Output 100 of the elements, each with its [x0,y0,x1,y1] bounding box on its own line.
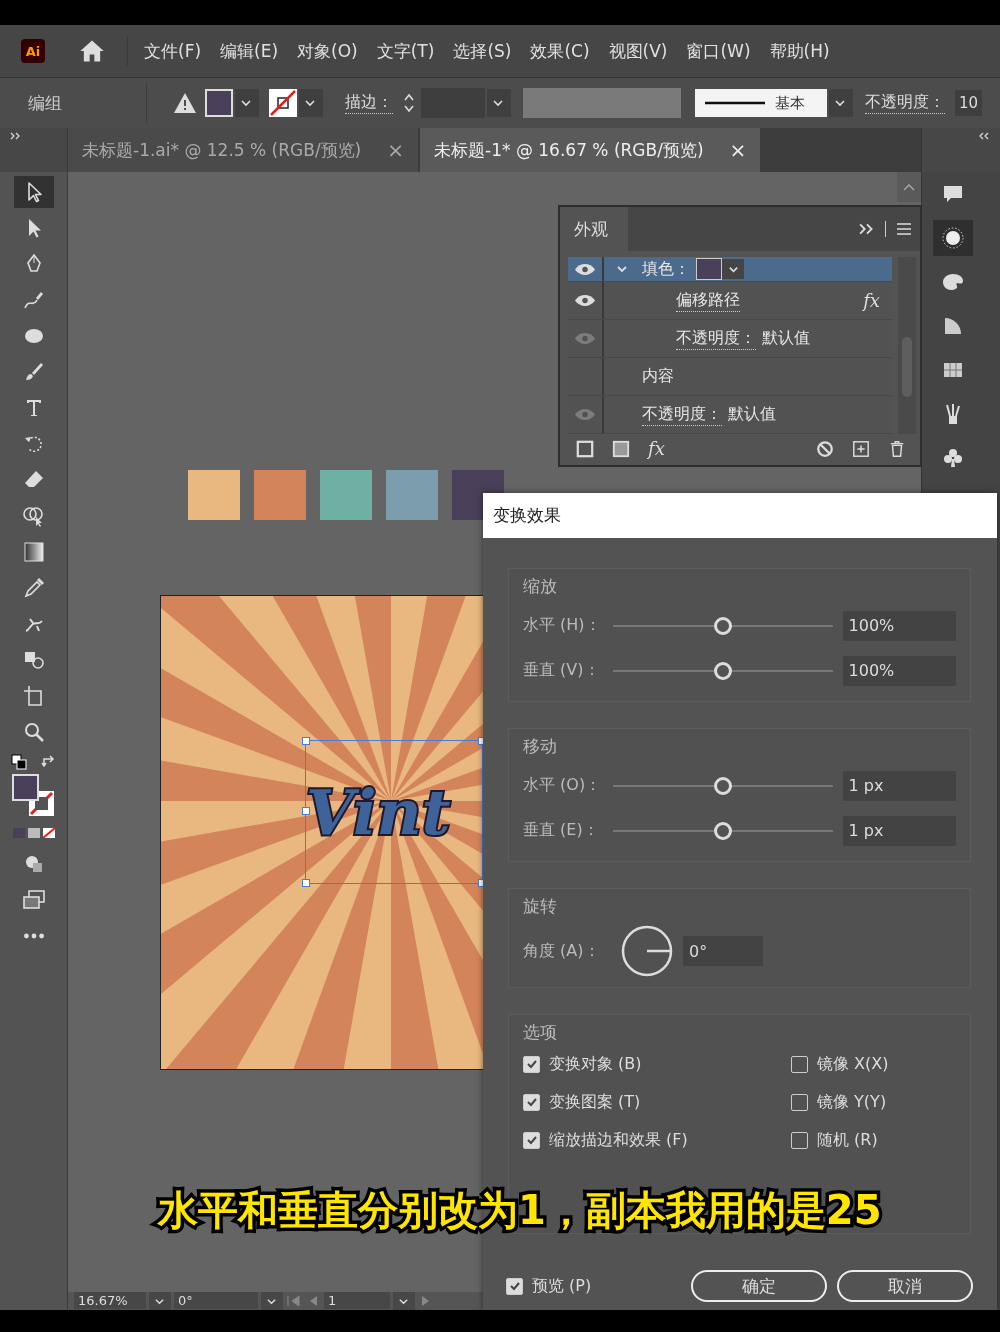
slider-thumb[interactable] [713,661,732,680]
dropdown-button[interactable] [235,89,259,117]
dropdown-button[interactable] [393,1292,415,1310]
brush-name: 基本 [775,93,805,113]
fx-label[interactable]: fx [863,290,880,311]
opacity-link[interactable]: 不透明度： [676,327,756,350]
dropdown-button[interactable] [829,89,853,117]
prohibited-icon[interactable] [816,439,834,458]
menu-item[interactable]: 对象(O) [297,39,358,63]
value-field[interactable]: 1 px [842,815,956,846]
slider-thumb[interactable] [713,821,732,840]
resize-handle[interactable] [302,807,310,815]
menu-icon[interactable] [896,223,912,235]
fill-swatch[interactable] [696,258,722,280]
dropdown-button[interactable] [487,89,511,117]
value-field[interactable]: 100% [842,610,956,641]
dialog-title: 变换效果 [483,493,997,538]
tab-title[interactable]: 未标题-1.ai* @ 12.5 % (RGB/预览) [82,138,362,162]
slider-label: 垂直 (V)： [523,660,601,681]
checkbox-label[interactable]: 镜像 Y(Y) [817,1091,887,1113]
value-field[interactable]: 100% [842,655,956,686]
panel-tab[interactable]: 外观 [560,207,628,251]
checkbox[interactable] [791,1055,808,1073]
stroke-none-swatch[interactable] [269,89,297,117]
angle-dial[interactable] [621,925,673,977]
menu-item[interactable]: 编辑(E) [220,39,279,63]
fill-stroke-icon[interactable] [11,774,56,818]
opacity-label[interactable]: 不透明度： [865,92,945,114]
value-field[interactable]: 1 px [842,770,956,801]
menu-item[interactable]: 文字(T) [376,39,435,63]
fill-swatch[interactable] [205,89,233,117]
checkbox-label[interactable]: 变换对象 (B) [549,1053,642,1075]
dropdown-button[interactable] [299,89,323,117]
dropdown-button[interactable] [722,259,744,279]
checkbox[interactable] [523,1055,540,1073]
checkbox[interactable] [523,1093,540,1111]
checkbox-label[interactable]: 预览 (P) [532,1275,592,1297]
eye-icon[interactable] [574,294,596,307]
square-icon[interactable] [576,439,594,458]
document-tab[interactable]: 未标题-1* @ 16.67 % (RGB/预览) × [420,128,761,172]
appearance-row[interactable]: 内容 [568,358,892,396]
dropdown-button[interactable] [261,1292,283,1310]
appearance-row[interactable]: 不透明度： 默认值 [568,396,892,434]
menu-item[interactable]: 效果(C) [530,39,590,63]
close-button[interactable]: × [729,138,747,162]
checkbox-label[interactable]: 镜像 X(X) [817,1053,889,1075]
effect-link[interactable]: 偏移路径 [676,289,740,312]
opacity-link[interactable]: 不透明度： [642,403,722,426]
rotation-field[interactable]: 0° [174,1292,258,1309]
menu-item[interactable]: 文件(F) [144,39,202,63]
slider-thumb[interactable] [713,616,732,635]
zoom-field[interactable]: 16.67% [74,1292,146,1309]
default-colors-icon[interactable] [10,754,27,770]
appearance-row[interactable]: 偏移路径 fx [568,282,892,320]
document-tab[interactable]: 未标题-1.ai* @ 12.5 % (RGB/预览) × [68,128,419,172]
video-caption: 水平和垂直分别改为1，副本我用的是25 [158,1186,882,1235]
collapse-icon[interactable] [859,223,875,235]
trash-icon[interactable] [888,439,906,458]
eye-icon[interactable] [574,262,596,276]
warning-icon[interactable] [173,91,197,115]
resize-handle[interactable] [302,879,310,887]
resize-handle[interactable] [302,737,310,745]
stroke-label[interactable]: 描边： [345,92,393,114]
add-icon[interactable] [852,439,870,458]
dialog-button[interactable]: 确定 [691,1270,827,1302]
swap-arrow-icon[interactable] [40,754,57,770]
expand-icon[interactable] [10,132,22,140]
appearance-row[interactable]: 填色： [568,257,892,282]
tab-title[interactable]: 未标题-1* @ 16.67 % (RGB/预览) [434,138,704,162]
slider-label: 水平 (H)： [523,615,602,636]
artboard-number-field[interactable]: 1 [324,1292,390,1309]
dialog-button[interactable]: 取消 [837,1270,973,1302]
screen-mode-icon[interactable] [20,888,47,912]
checkbox[interactable] [791,1131,808,1149]
caret-icon[interactable] [616,263,628,275]
filled-square-icon[interactable] [612,439,630,458]
menu-item[interactable]: 帮助(H) [769,39,830,63]
collapse-icon[interactable] [978,132,990,140]
checkbox[interactable] [506,1277,523,1295]
contents-label: 内容 [642,366,674,387]
checkbox[interactable] [791,1093,808,1111]
menu-item[interactable]: 选择(S) [453,39,512,63]
checkbox[interactable] [523,1131,540,1149]
checkbox-label[interactable]: 随机 (R) [817,1129,878,1151]
dropdown-button[interactable] [149,1292,171,1310]
color-modes-icon[interactable] [11,826,56,840]
brush-definition-dropdown[interactable]: 基本 [695,89,827,117]
checkbox-label[interactable]: 缩放描边和效果 (F) [549,1129,688,1151]
slider-label: 水平 (O)： [523,775,603,796]
checkbox-label[interactable]: 变换图案 (T) [549,1091,641,1113]
close-button[interactable]: × [387,138,405,162]
appearance-row[interactable]: 不透明度： 默认值 [568,320,892,358]
section-title: 缩放 [523,575,558,598]
angle-field[interactable]: 0° [683,936,763,966]
menu-item[interactable]: 视图(V) [608,39,668,63]
fx-button[interactable]: fx [648,438,665,459]
opacity-field[interactable]: 10 [955,90,983,116]
scrollbar[interactable] [897,172,921,202]
slider-thumb[interactable] [713,776,732,795]
menu-item[interactable]: 窗口(W) [686,39,751,63]
